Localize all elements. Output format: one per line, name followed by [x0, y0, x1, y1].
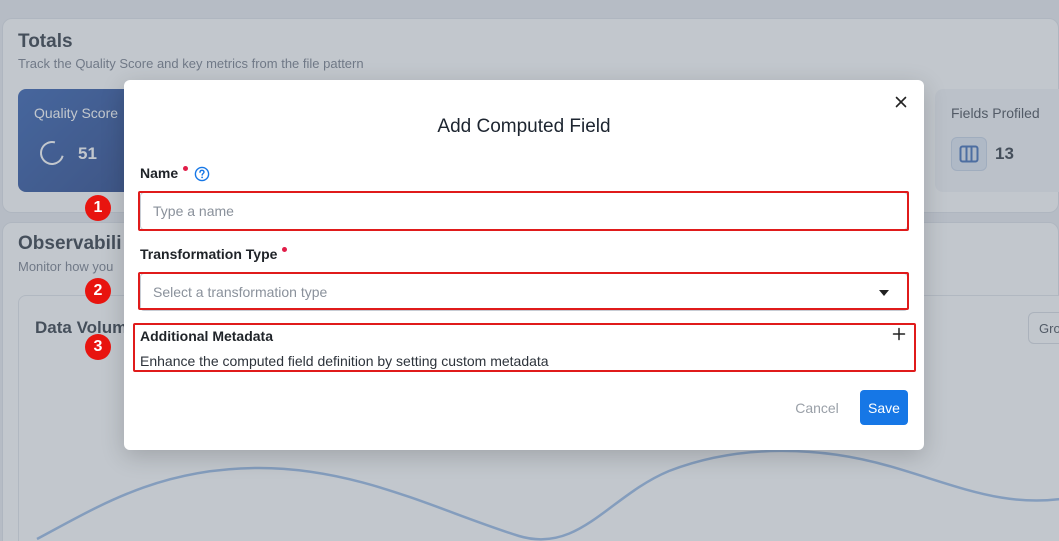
- step-badge-3: 3: [85, 334, 111, 360]
- help-icon[interactable]: [194, 166, 210, 185]
- plus-icon[interactable]: [890, 325, 908, 343]
- close-icon[interactable]: [893, 94, 909, 110]
- additional-metadata-description: Enhance the computed field definition by…: [140, 353, 549, 369]
- transformation-type-label: Transformation Type: [140, 246, 288, 262]
- required-indicator: [282, 247, 288, 252]
- save-button[interactable]: Save: [860, 390, 908, 425]
- cancel-button[interactable]: Cancel: [788, 392, 846, 424]
- name-field-label: Name: [140, 165, 210, 185]
- step-badge-1: 1: [85, 195, 111, 221]
- additional-metadata-title: Additional Metadata: [140, 328, 274, 344]
- transformation-type-select[interactable]: Select a transformation type: [140, 273, 908, 311]
- caret-down-icon: [879, 290, 889, 296]
- step-badge-2: 2: [85, 278, 111, 304]
- name-label-text: Name: [140, 165, 179, 181]
- required-indicator: [183, 166, 189, 171]
- dialog-title: Add Computed Field: [437, 116, 611, 137]
- add-computed-field-dialog: Add Computed Field Name Transformation T…: [124, 80, 924, 450]
- name-input[interactable]: [140, 192, 908, 230]
- transformation-label-text: Transformation Type: [140, 246, 278, 262]
- transformation-type-placeholder: Select a transformation type: [153, 284, 328, 300]
